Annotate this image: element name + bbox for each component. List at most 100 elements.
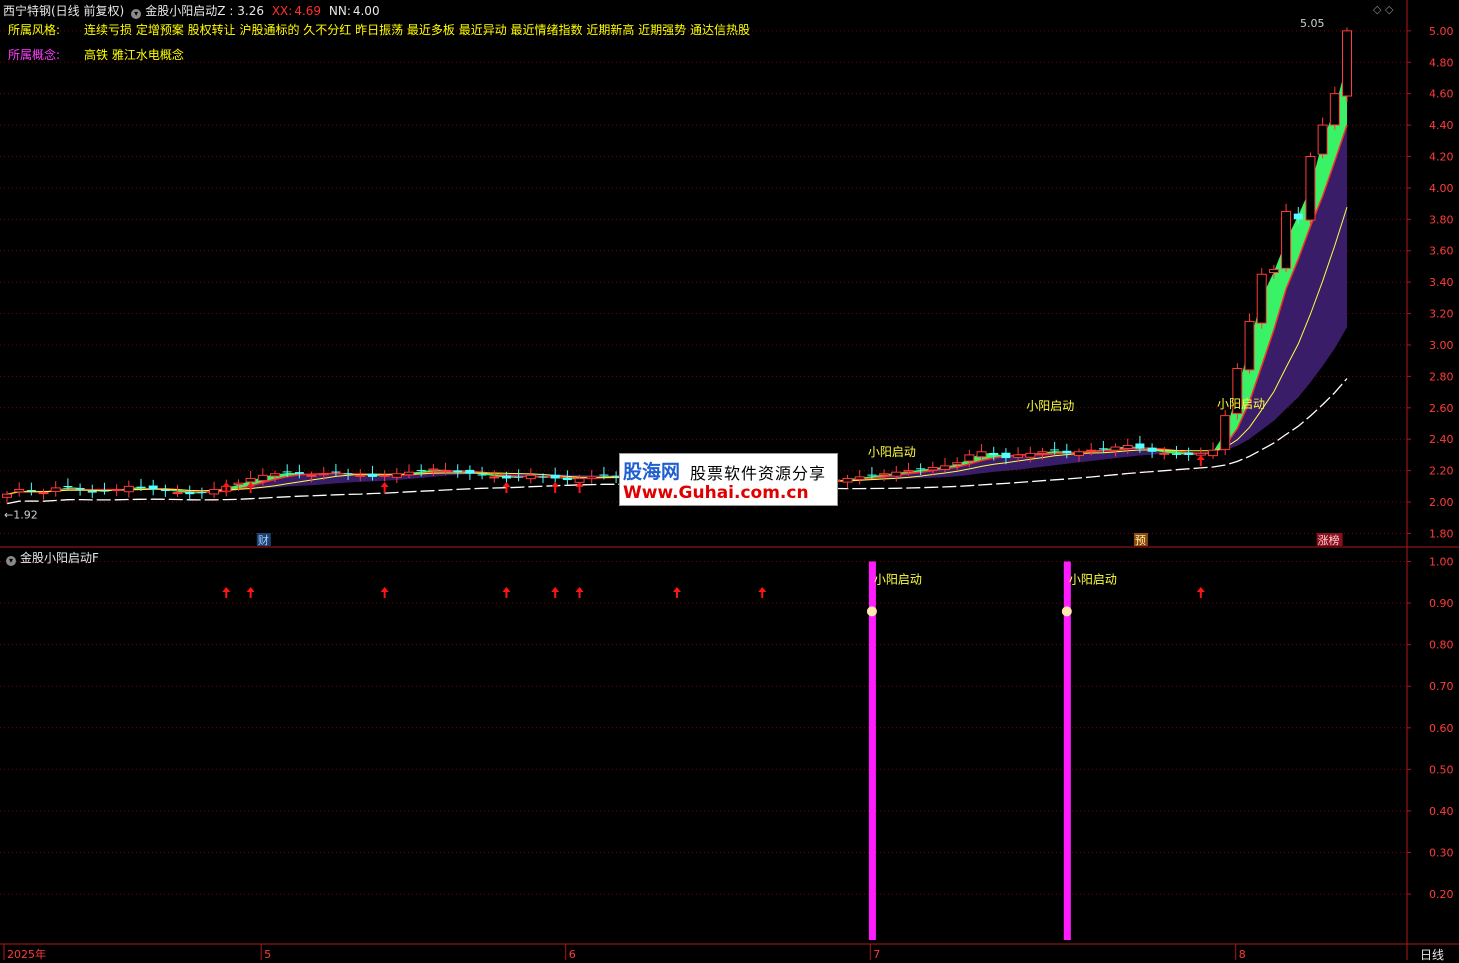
signal-label-indicator: 小阳启动 bbox=[1069, 572, 1117, 586]
candle-body-up bbox=[1208, 449, 1218, 457]
candle-body-down bbox=[514, 476, 524, 478]
buy-arrow-indicator bbox=[502, 587, 511, 598]
event-tag: 财 bbox=[258, 533, 269, 547]
watermark-slogan: 股票软件资源分享 bbox=[690, 464, 827, 483]
candle-body-up bbox=[903, 470, 914, 473]
lower-gridlines bbox=[0, 560, 1407, 895]
candle-body-down bbox=[1171, 453, 1181, 455]
candle-body-up bbox=[111, 488, 122, 491]
candle-body-down bbox=[282, 471, 292, 473]
indicator-menu-icon[interactable]: ▾ bbox=[131, 9, 142, 19]
indicator-tick-label: 0.90 bbox=[1429, 597, 1454, 610]
candle-body-up bbox=[245, 477, 256, 483]
candle-body-down bbox=[367, 473, 377, 477]
candle-body-up bbox=[1037, 451, 1048, 454]
buy-arrow-price bbox=[380, 482, 389, 493]
watermark-url: Www.Guhai.com.cn bbox=[623, 483, 809, 503]
candle-body-down bbox=[416, 469, 426, 471]
candle-body-up bbox=[1244, 320, 1255, 371]
candle-body-down bbox=[99, 490, 109, 492]
buy-arrow-price bbox=[575, 482, 584, 493]
candle-body-down bbox=[1293, 213, 1303, 220]
signal-dot bbox=[866, 606, 877, 617]
candle-body-down bbox=[538, 476, 548, 478]
price-tick-label: 4.00 bbox=[1429, 182, 1454, 195]
candle-body-down bbox=[465, 469, 475, 474]
candle-body-up bbox=[586, 476, 597, 480]
event-tag: 涨榜 bbox=[1318, 533, 1340, 547]
candle-body-down bbox=[477, 474, 487, 476]
indicator-name[interactable]: 金股小阳启动Z bbox=[145, 4, 225, 18]
candle-body-down bbox=[185, 491, 195, 495]
candle-body-down bbox=[1001, 452, 1011, 459]
nn-value: 4.00 bbox=[352, 4, 380, 18]
candlesticks bbox=[2, 27, 1352, 504]
candle-body-down bbox=[26, 490, 36, 492]
price-tick-label: 3.00 bbox=[1429, 339, 1454, 352]
candle-body-up bbox=[379, 474, 390, 477]
ma-ribbons bbox=[6, 62, 1348, 505]
watermark-brand: 股海网 bbox=[623, 461, 681, 483]
lower-panel-title[interactable]: 金股小阳启动F bbox=[20, 551, 99, 565]
indicator-tick-label: 0.50 bbox=[1429, 763, 1454, 776]
candle-body-up bbox=[1342, 30, 1352, 97]
buy-arrow-indicator bbox=[222, 587, 231, 598]
candle-body-up bbox=[1122, 444, 1133, 450]
candle-body-up bbox=[270, 473, 280, 477]
candle-body-up bbox=[318, 473, 329, 476]
signal-label-price: 小阳启动 bbox=[868, 445, 916, 459]
price-tick-label: 3.40 bbox=[1429, 276, 1454, 289]
price-tick-label: 2.40 bbox=[1429, 433, 1454, 446]
candle-body-up bbox=[50, 487, 61, 492]
stock-title[interactable]: 西宁特钢(日线 前复权) bbox=[3, 4, 124, 18]
candle-body-down bbox=[1062, 450, 1072, 454]
candle-body-up bbox=[38, 492, 49, 495]
xx-value: 4.69 bbox=[294, 4, 322, 18]
indicator-tick-label: 1.00 bbox=[1429, 555, 1454, 568]
price-tick-label: 2.20 bbox=[1429, 465, 1454, 478]
watermark-logo: 股海网 股票软件资源分享 Www.Guhai.com.cn bbox=[619, 453, 838, 506]
candle-body-up bbox=[927, 466, 938, 471]
indicator-tick-label: 0.80 bbox=[1429, 639, 1454, 652]
indicator-tick-label: 0.20 bbox=[1429, 888, 1454, 901]
event-tag: 预 bbox=[1135, 534, 1146, 547]
indicator-tick-label: 0.60 bbox=[1429, 722, 1454, 735]
lower-indicator: 小阳启动 小阳启动 bbox=[222, 561, 1205, 940]
candle-body-down bbox=[160, 489, 170, 492]
candle-body-up bbox=[391, 473, 402, 478]
buy-arrow-indicator bbox=[673, 587, 681, 598]
buy-arrow-indicator bbox=[1196, 587, 1205, 598]
price-tick-label: 2.60 bbox=[1429, 402, 1454, 415]
price-tick-label: 2.80 bbox=[1429, 370, 1454, 383]
candle-body-down bbox=[1184, 452, 1194, 455]
candle-body-up bbox=[489, 476, 500, 479]
candle-body-down bbox=[599, 474, 609, 476]
expand-icon[interactable]: ◇ ◇ bbox=[1373, 3, 1393, 16]
time-tick-label: 7 bbox=[873, 948, 880, 960]
buy-arrow-indicator bbox=[246, 587, 255, 598]
candle-body-up bbox=[123, 485, 134, 493]
lower-indicator-menu-icon[interactable]: ▾ bbox=[6, 556, 16, 566]
candle-body-up bbox=[233, 482, 244, 485]
candle-body-up bbox=[257, 474, 268, 482]
time-tick-label: 6 bbox=[569, 948, 576, 960]
candle-body-up bbox=[574, 477, 585, 483]
candle-body-up bbox=[404, 471, 414, 476]
period-label[interactable]: 日线 bbox=[1420, 946, 1444, 963]
candle-body-down bbox=[87, 490, 97, 493]
price-tick-label: 4.20 bbox=[1429, 150, 1454, 163]
candle-body-up bbox=[1195, 452, 1206, 456]
candle-body-up bbox=[952, 462, 963, 465]
candle-body-down bbox=[343, 473, 353, 475]
candle-body-down bbox=[1050, 449, 1060, 451]
candle-body-down bbox=[1135, 443, 1145, 449]
candle-body-up bbox=[1329, 93, 1340, 126]
candle-body-up bbox=[440, 470, 451, 473]
buy-arrow-indicator bbox=[380, 587, 389, 598]
candle-body-down bbox=[148, 485, 158, 490]
price-tick-label: 4.40 bbox=[1429, 119, 1454, 132]
candle-body-down bbox=[550, 474, 560, 479]
signal-label-price: 小阳启动 bbox=[1217, 397, 1265, 411]
signal-bar bbox=[868, 561, 876, 940]
candle-body-down bbox=[75, 487, 85, 490]
